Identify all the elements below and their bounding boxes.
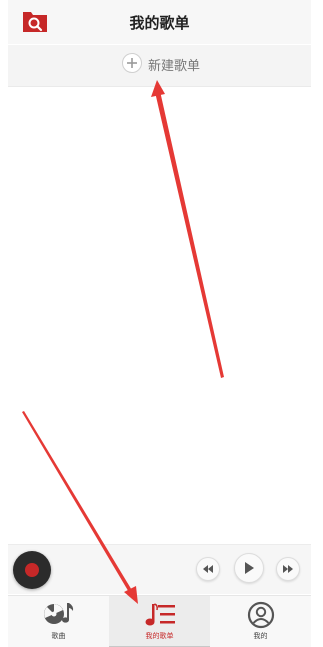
- disc-music-note-icon: [43, 603, 73, 624]
- tab-me[interactable]: 我的: [210, 596, 311, 647]
- play-button[interactable]: [234, 553, 264, 583]
- tab-me-label: 我的: [253, 632, 268, 640]
- vinyl-disc-icon[interactable]: [13, 551, 51, 589]
- next-button[interactable]: [276, 557, 300, 581]
- tab-songs[interactable]: 歌曲: [8, 596, 109, 647]
- page-title: 我的歌单: [129, 14, 190, 32]
- tab-songs-label: 歌曲: [51, 632, 66, 640]
- header-bar: 我的歌单: [8, 0, 311, 44]
- playlist-icon: [145, 603, 175, 626]
- playlist-list-area: [8, 92, 311, 542]
- tab-my-playlists-label: 我的歌单: [145, 632, 174, 640]
- plus-icon: [122, 53, 142, 73]
- vinyl-label: [25, 563, 39, 577]
- user-icon: [247, 601, 274, 629]
- fast-forward-icon: [283, 565, 293, 573]
- play-icon: [245, 562, 254, 574]
- previous-button[interactable]: [196, 557, 220, 581]
- rewind-icon: [203, 565, 213, 573]
- player-bar: [8, 544, 311, 594]
- tab-my-playlists[interactable]: 我的歌单: [109, 596, 210, 647]
- new-playlist-button[interactable]: 新建歌单: [8, 45, 311, 87]
- new-playlist-label: 新建歌单: [148, 59, 201, 74]
- bottom-navigation: 歌曲 我的歌单 我的: [8, 595, 311, 647]
